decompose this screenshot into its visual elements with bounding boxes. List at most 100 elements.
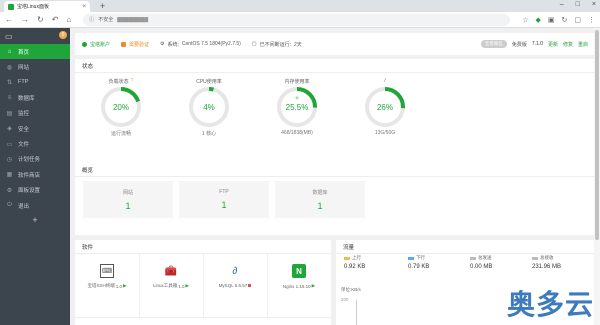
overview-card[interactable]: 数据库 1	[275, 181, 365, 218]
uptime-value: 2天	[293, 41, 302, 48]
gauge-detail: 运行流畅	[110, 131, 131, 137]
traffic-legend: 总发送	[470, 255, 492, 261]
sidebar-item[interactable]: ⌂ 首页	[0, 44, 70, 60]
minimize-icon[interactable]: –	[560, 1, 564, 8]
running-icon[interactable]: ▶	[186, 283, 189, 289]
sidebar: ▭ 0 ⌂ 首页 ◍ 网站 ⇅ FTP ≡ 数据库 ▤ 监控 ◈ 安全 ▭ 文件 ◷ 计划任务 ▦ 软件商店 ⚙ 面板…	[0, 28, 70, 325]
bookmark-star-icon[interactable]: ☆	[522, 16, 528, 24]
wechat-button[interactable]: 宝塔微信	[480, 40, 507, 48]
update-link[interactable]: 更新	[548, 41, 558, 48]
gauge-ring: ✧25.5%	[277, 87, 317, 127]
chart-axis	[356, 300, 357, 325]
sidebar-item[interactable]: ⇅ FTP	[0, 75, 70, 90]
gauge-ring: 26%	[365, 87, 405, 127]
unit-label: 单位:KB/s	[341, 287, 361, 292]
gauge-ring: 20%	[101, 87, 141, 127]
software-version: 1.0	[115, 283, 123, 289]
browser-tab[interactable]: 宝塔Linux面板 ×	[4, 1, 90, 12]
uptime-label: 已不间断运行:	[259, 41, 291, 48]
account-state[interactable]: 需要验证	[121, 41, 149, 48]
running-icon[interactable]: ▶	[123, 283, 126, 289]
software-name: 宝塔SSH终端	[87, 283, 115, 288]
warning-icon	[121, 41, 127, 47]
mysql-icon: ∂	[232, 265, 238, 277]
software-item[interactable]: N Nginx 1.15.10 ▶	[267, 264, 331, 289]
scrollbar-thumb[interactable]	[595, 30, 599, 240]
account-link[interactable]: 宝塔账户	[82, 41, 110, 48]
traffic-legend: 下行	[408, 255, 425, 261]
server-icon[interactable]: ▭	[5, 32, 13, 41]
sidebar-item[interactable]: ⏻ 退出	[0, 198, 70, 213]
browser-tabbar: 宝塔Linux面板 × + – □ ×	[0, 0, 600, 12]
notification-badge[interactable]: 0	[59, 31, 67, 39]
home-icon[interactable]: ⌂	[66, 15, 71, 25]
gauge[interactable]: 内存使用率 ✧ 25.5% 468/1838(MB)	[267, 73, 327, 136]
shield-icon: ◈	[7, 126, 12, 133]
database-icon: ≡	[7, 94, 12, 101]
sidebar-item[interactable]: ▤ 监控	[0, 106, 70, 121]
legend-label: 总发送	[478, 255, 492, 260]
sidebar-item-label: 监控	[18, 111, 30, 118]
gauge-ring: 4%	[189, 87, 229, 127]
software-item[interactable]: ∂ MySQL 5.5.57	[203, 264, 267, 288]
sidebar-item[interactable]: ▦ 软件商店	[0, 167, 70, 182]
extension-icon[interactable]: ↻	[562, 16, 568, 24]
gauge-label: /	[355, 77, 415, 85]
extension-icon[interactable]: ▣	[548, 16, 555, 24]
close-tab-icon[interactable]: ×	[82, 4, 86, 10]
running-icon[interactable]: ▶	[312, 283, 315, 289]
back-icon[interactable]: ←	[5, 15, 13, 25]
add-button[interactable]: +	[0, 215, 70, 225]
gauge-label: 内存使用率	[267, 77, 327, 85]
overview-label: FTP	[219, 189, 229, 195]
traffic-value: 0.79 KB	[408, 264, 430, 270]
sidebar-item-label: 首页	[18, 49, 30, 56]
software-item[interactable]: 🧰 Linux工具箱 1.0 ▶	[139, 264, 203, 289]
help-icon[interactable]: ?	[131, 78, 134, 84]
traffic-value: 231.96 MB	[532, 264, 562, 270]
status-title: 状态	[75, 59, 595, 73]
new-tab-button[interactable]: +	[100, 1, 105, 11]
repair-link[interactable]: 修复	[563, 41, 573, 48]
menu-icon[interactable]: ⋮	[588, 16, 595, 24]
user-icon	[82, 41, 87, 47]
system-icon: ⚙	[160, 41, 165, 47]
restart-link[interactable]: 重启	[578, 41, 588, 48]
sidebar-item[interactable]: ▭ 文件	[0, 136, 70, 151]
sidebar-item[interactable]: ≡ 数据库	[0, 90, 70, 105]
close-window-icon[interactable]: ×	[592, 1, 596, 8]
url-text: ▇▇▇▇▇▇▇▇	[117, 16, 149, 23]
legend-swatch	[408, 256, 414, 260]
gauge-value: 26%	[377, 103, 393, 112]
info-icon[interactable]: ⓘ	[89, 16, 94, 23]
software-item[interactable]: ⌨ 宝塔SSH终端 1.0 ▶	[75, 264, 139, 289]
gauge-label: CPU使用率	[179, 77, 239, 85]
reload-icon[interactable]: ↻	[37, 15, 44, 25]
software-label: Linux工具箱 1.0 ▶	[139, 283, 203, 289]
sidebar-item-label: 软件商店	[18, 172, 41, 179]
traffic-legend: 上行	[344, 255, 361, 261]
gauge-label-text: CPU使用率	[196, 78, 222, 85]
sidebar-item[interactable]: ◈ 安全	[0, 121, 70, 136]
sidebar-item-label: FTP	[18, 79, 29, 86]
overview-card[interactable]: 网站 1	[83, 181, 173, 218]
browser-toolbar: ← → ↻ ↶ ⌂ ⓘ 不安全 ▇▇▇▇▇▇▇▇ ☆ ◆ ▣ ↻ ▢ ⋮	[0, 12, 600, 28]
sidebar-item[interactable]: ◍ 网站	[0, 59, 70, 74]
undo-icon[interactable]: ↶	[52, 15, 59, 25]
stopped-icon[interactable]	[248, 284, 252, 287]
address-bar[interactable]: ⓘ 不安全 ▇▇▇▇▇▇▇▇	[83, 13, 511, 26]
window-controls: – □ ×	[560, 1, 596, 8]
extension-icon[interactable]: ◆	[535, 16, 540, 24]
maximize-icon[interactable]: □	[576, 1, 580, 8]
forward-icon[interactable]: →	[21, 15, 29, 25]
extension-icon[interactable]: ▢	[574, 16, 581, 24]
overview-card[interactable]: FTP 1	[179, 181, 269, 218]
gauge[interactable]: 负载状态? 20% 运行流畅	[91, 73, 151, 137]
gauge[interactable]: / 26% 13G/50G	[355, 73, 415, 136]
sidebar-item[interactable]: ◷ 计划任务	[0, 152, 70, 167]
gauge[interactable]: CPU使用率 4% 1 核心	[179, 73, 239, 137]
sidebar-item[interactable]: ⚙ 面板设置	[0, 183, 70, 198]
gauge-detail: 13G/50G	[374, 130, 396, 136]
sidebar-item-label: 网站	[18, 65, 30, 72]
globe-icon: ◍	[6, 64, 13, 71]
